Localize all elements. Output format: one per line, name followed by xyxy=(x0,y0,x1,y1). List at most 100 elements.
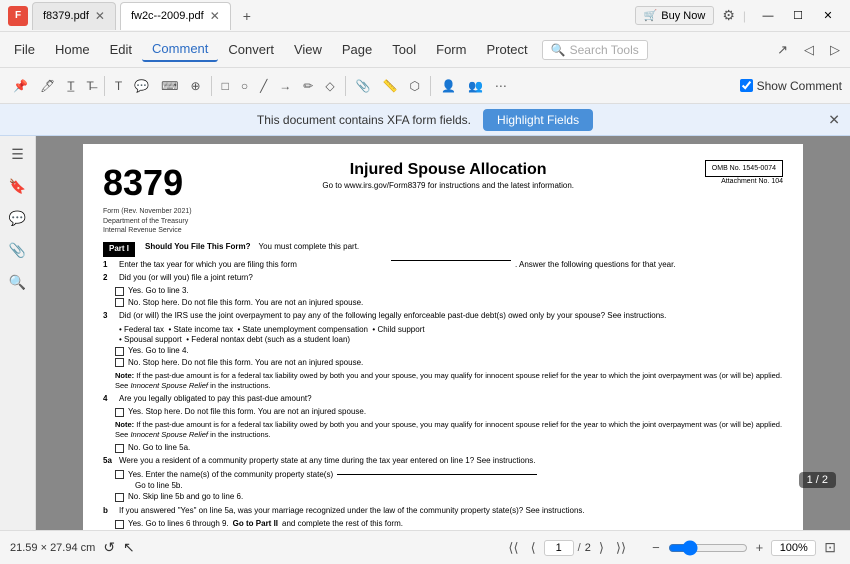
menu-protect[interactable]: Protect xyxy=(476,38,537,61)
line3-yes-checkbox[interactable] xyxy=(115,347,124,356)
line3-no-checkbox[interactable] xyxy=(115,358,124,367)
line5a-no: No. Skip line 5b and go to line 6. xyxy=(115,492,783,502)
show-comment-toggle[interactable]: Show Comment xyxy=(740,79,842,93)
tool-collaborate[interactable]: 👥 xyxy=(463,76,488,96)
tool-arrow[interactable]: → xyxy=(274,76,296,96)
close-button[interactable]: ✕ xyxy=(814,7,842,25)
note2: Note: If the past-due amount is for a fe… xyxy=(115,420,783,440)
forward-icon[interactable]: ▷ xyxy=(824,38,846,62)
line4-yes-label: Yes. Stop here. Do not file this form. Y… xyxy=(128,407,366,417)
sidebar-attach-icon[interactable]: 📎 xyxy=(6,238,30,262)
line2-num: 2 xyxy=(103,273,115,283)
tool-sticky-note[interactable]: 📌 xyxy=(8,76,33,96)
tool-rectangle[interactable]: □ xyxy=(217,76,234,96)
line5a-no-checkbox[interactable] xyxy=(115,493,124,502)
tool-stamp[interactable]: ⊕ xyxy=(186,76,206,96)
tab-fw2c-close[interactable]: ✕ xyxy=(210,9,220,23)
tool-area[interactable]: ⬡ xyxy=(405,76,425,96)
tool-highlight[interactable]: 🖊 xyxy=(35,76,60,96)
line2-no-checkbox[interactable] xyxy=(115,298,124,307)
tab-f8379[interactable]: f8379.pdf ✕ xyxy=(32,2,116,30)
cursor-icon[interactable]: ↖ xyxy=(123,539,135,556)
tool-pencil[interactable]: ✏ xyxy=(298,76,318,96)
tab-f8379-close[interactable]: ✕ xyxy=(95,9,105,23)
line5a-state-input[interactable] xyxy=(337,474,537,475)
menu-tool[interactable]: Tool xyxy=(382,38,426,61)
buy-now-button[interactable]: 🛒 Buy Now xyxy=(635,6,715,25)
page-next-button[interactable]: ⟩ xyxy=(595,538,608,558)
line1-num: 1 xyxy=(103,260,115,270)
menu-form[interactable]: Form xyxy=(426,38,476,61)
menu-convert[interactable]: Convert xyxy=(218,38,284,61)
xfa-close-button[interactable]: ✕ xyxy=(828,111,840,128)
line4-no-checkbox[interactable] xyxy=(115,444,124,453)
share-icon[interactable]: ↗ xyxy=(771,38,794,62)
fullscreen-button[interactable]: ⊡ xyxy=(820,537,840,558)
tool-oval[interactable]: ○ xyxy=(236,76,253,96)
page-prev-button[interactable]: ⟨ xyxy=(527,538,540,558)
zoom-out-button[interactable]: − xyxy=(648,538,664,557)
add-tab-button[interactable]: + xyxy=(235,4,259,28)
line4-num: 4 xyxy=(103,394,115,404)
menu-file[interactable]: File xyxy=(4,38,45,61)
sidebar-comment-icon[interactable]: 💬 xyxy=(6,206,30,230)
show-comment-checkbox[interactable] xyxy=(740,79,753,92)
zoom-slider[interactable] xyxy=(668,540,748,556)
line4-row: 4 Are you legally obligated to pay this … xyxy=(103,394,783,404)
tool-text-box[interactable]: T xyxy=(110,76,127,96)
line3-no: No. Stop here. Do not file this form. Yo… xyxy=(115,358,783,368)
page-number-input[interactable] xyxy=(544,540,574,556)
menu-view[interactable]: View xyxy=(284,38,332,61)
menu-edit[interactable]: Edit xyxy=(100,38,142,61)
line5b-yes-checkbox[interactable] xyxy=(115,520,124,529)
search-icon: 🔍 xyxy=(551,43,566,57)
tool-underline[interactable]: T̲ xyxy=(62,76,79,96)
highlight-fields-button[interactable]: Highlight Fields xyxy=(483,109,593,131)
tool-strikethrough[interactable]: T̶ xyxy=(82,76,99,96)
tab-fw2c[interactable]: fw2c--2009.pdf ✕ xyxy=(120,2,231,30)
note1: Note: If the past-due amount is for a fe… xyxy=(115,371,783,391)
tool-eraser[interactable]: ◇ xyxy=(320,76,339,96)
minimize-button[interactable]: — xyxy=(754,7,782,25)
line1-row: 1 Enter the tax year for which you are f… xyxy=(103,260,783,270)
line1-input[interactable] xyxy=(391,260,511,261)
sidebar-search-icon[interactable]: 🔍 xyxy=(6,270,30,294)
line5b-yes: Yes. Go to lines 6 through 9. Go to Part… xyxy=(115,519,783,529)
tool-callout[interactable]: 💬 xyxy=(129,76,154,96)
menu-home[interactable]: Home xyxy=(45,38,100,61)
tool-measure[interactable]: 📏 xyxy=(378,76,403,96)
page-first-button[interactable]: ⟨⟨ xyxy=(504,538,522,558)
tool-typewriter[interactable]: ⌨ xyxy=(156,76,183,96)
menu-page[interactable]: Page xyxy=(332,38,382,61)
maximize-button[interactable]: ☐ xyxy=(784,7,812,25)
scroll-left-arrow[interactable]: ◀ xyxy=(72,325,83,342)
line3-yes: Yes. Go to line 4. xyxy=(115,346,783,356)
menu-comment[interactable]: Comment xyxy=(142,37,218,62)
tool-more[interactable]: ⋯ xyxy=(490,76,512,96)
line2-row: 2 Did you (or will you) file a joint ret… xyxy=(103,273,783,283)
search-tools[interactable]: 🔍 Search Tools xyxy=(542,40,648,60)
zoom-in-button[interactable]: + xyxy=(752,538,768,557)
back-icon[interactable]: ◁ xyxy=(798,38,820,62)
sidebar-nav-icon[interactable]: ☰ xyxy=(6,142,30,166)
line2-yes: Yes. Go to line 3. xyxy=(115,286,783,296)
line5a-yes-checkbox[interactable] xyxy=(115,470,124,479)
line5b-num: b xyxy=(103,506,115,516)
rotation-icon[interactable]: ↺ xyxy=(103,539,115,556)
line3-num: 3 xyxy=(103,311,115,321)
line3-no-label: No. Stop here. Do not file this form. Yo… xyxy=(128,358,363,368)
line2-yes-checkbox[interactable] xyxy=(115,287,124,296)
tool-comment[interactable]: 👤 xyxy=(436,76,461,96)
zoom-percent-input[interactable] xyxy=(771,540,816,556)
tool-attach[interactable]: 📎 xyxy=(351,76,376,96)
part1-header: Part I xyxy=(103,242,135,256)
settings-icon[interactable]: ⚙ xyxy=(722,7,735,24)
scroll-right-arrow[interactable]: ▶ xyxy=(839,325,850,342)
sidebar-bookmark-icon[interactable]: 🔖 xyxy=(6,174,30,198)
line4-no: No. Go to line 5a. xyxy=(115,443,783,453)
page-last-button[interactable]: ⟩⟩ xyxy=(612,538,630,558)
separator-4 xyxy=(430,76,431,96)
title-bar-right: 🛒 Buy Now ⚙ | — ☐ ✕ xyxy=(635,6,842,25)
tool-line[interactable]: ╱ xyxy=(255,76,272,96)
line4-yes-checkbox[interactable] xyxy=(115,408,124,417)
